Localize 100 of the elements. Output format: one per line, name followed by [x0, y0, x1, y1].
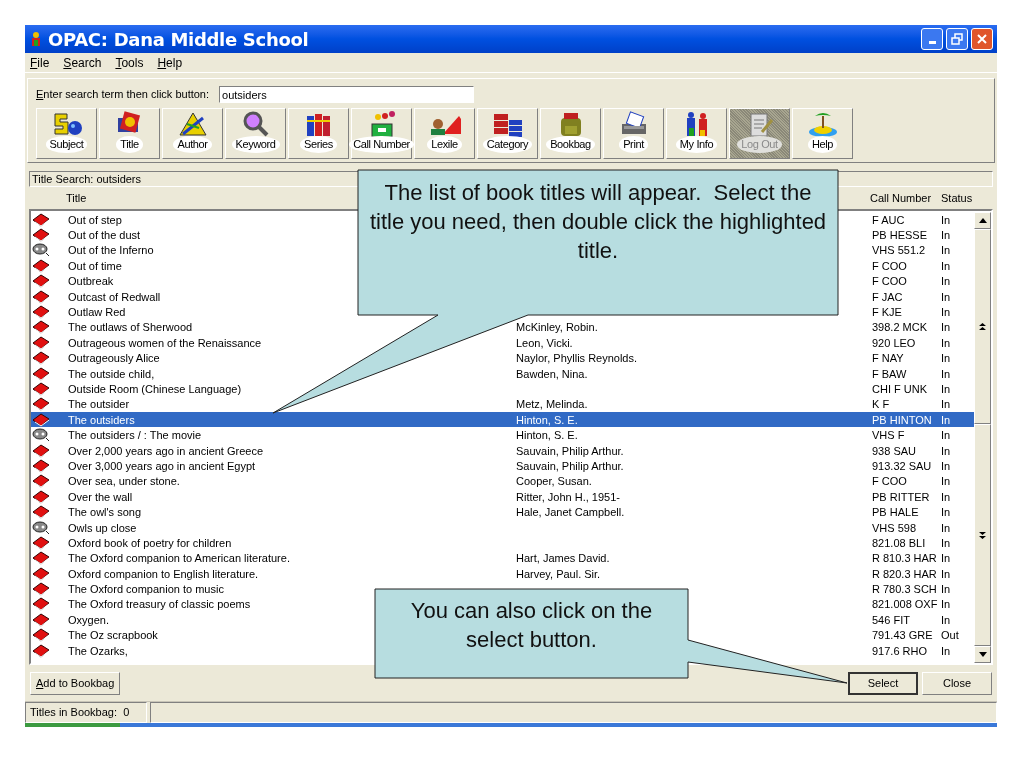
toolbar-button[interactable]: Keyword — [225, 108, 286, 159]
book-icon — [32, 535, 50, 550]
film-reel-icon — [32, 428, 50, 443]
status-cell: In — [941, 289, 951, 304]
title-cell: Over the wall — [68, 490, 133, 503]
title-cell: Oxygen. — [68, 613, 109, 626]
search-field[interactable]: outsiders — [219, 86, 475, 103]
up-arrow-icon — [978, 218, 987, 223]
search-label: Enter search term then click button: — [36, 87, 210, 103]
pencil-icon — [176, 110, 209, 138]
status-cell: In — [941, 320, 951, 335]
dialog-button[interactable]: Close — [922, 671, 992, 695]
toolbar-button[interactable]: Bookbag — [540, 108, 601, 159]
toolbar-button[interactable]: Series — [288, 108, 349, 159]
restore-button[interactable] — [946, 28, 968, 50]
toolbar-button[interactable]: Lexile — [414, 108, 475, 159]
book-icon — [32, 597, 50, 612]
scroll-up-button[interactable] — [974, 212, 991, 229]
status-cell: In — [941, 305, 951, 320]
column-header[interactable]: Status — [941, 189, 973, 207]
status-cell: In — [941, 428, 951, 443]
island-icon — [806, 110, 839, 138]
book-icon — [32, 551, 50, 566]
scrollbar[interactable] — [974, 212, 991, 663]
title-cell: The outsiders / : The movie — [68, 429, 202, 442]
book-icon — [32, 643, 50, 658]
column-header[interactable]: Call Number — [870, 191, 932, 204]
menu-item[interactable]: Tools — [115, 53, 144, 72]
title-cell: Oxford companion to English literature. — [68, 567, 259, 580]
title-cell: The Ozarks, — [68, 644, 128, 657]
title-cell: The outlaws of Sherwood — [68, 321, 193, 334]
status-cell: In — [941, 505, 951, 520]
status-cell: In — [941, 366, 951, 381]
status-cell: In — [941, 351, 951, 366]
status-cell: Out — [941, 628, 959, 643]
title-cell: Outrageously Alice — [68, 352, 160, 365]
call-number-cell: CHI F UNK — [872, 383, 927, 395]
scroll-down-button[interactable] — [974, 646, 991, 663]
book-icon — [32, 351, 50, 366]
column-header[interactable]: Title — [66, 191, 87, 204]
book-icon — [32, 566, 50, 581]
scroll-thumb[interactable] — [974, 229, 991, 424]
call-number-cell: VHS 551.2 — [872, 244, 926, 257]
add-to-bookbag-button[interactable]: Add to Bookbag — [30, 671, 121, 695]
book-icon — [32, 320, 50, 335]
book-icon — [32, 335, 50, 350]
minimize-icon — [928, 41, 936, 44]
toolbar-button[interactable]: Subject — [36, 108, 97, 159]
close-button[interactable] — [971, 28, 993, 50]
menu-item[interactable]: Help — [157, 53, 183, 72]
call-number-cell: K F — [872, 398, 890, 411]
call-number-cell: F NAY — [872, 352, 904, 365]
toolbar-button[interactable]: Call Number — [351, 108, 412, 159]
dialog-button[interactable]: Select — [848, 671, 918, 695]
author-cell: Sauvain, Philip Arthur. — [516, 459, 624, 472]
call-number-cell: 913.32 SAU — [872, 459, 932, 472]
title-cell: The outsider — [68, 398, 130, 411]
minimize-button[interactable] — [921, 28, 943, 50]
status-cell: In — [941, 474, 951, 489]
status-cell: In — [941, 643, 951, 658]
book-icon — [32, 274, 50, 289]
toolbar-button[interactable]: Author — [162, 108, 223, 159]
call-number-cell: VHS 598 — [872, 521, 917, 534]
app-icon — [29, 31, 43, 47]
toolbar-button[interactable]: Print — [603, 108, 664, 159]
status-cell: In — [941, 335, 951, 350]
status-cell: In — [941, 582, 951, 597]
film-reel-icon — [32, 520, 50, 535]
status-cell: In — [941, 597, 951, 612]
down-arrow-icon — [978, 652, 987, 657]
book-icon — [32, 366, 50, 381]
toolbar-button[interactable]: My Info — [666, 108, 727, 159]
title-cell: The Oxford companion to music — [68, 583, 224, 596]
toolbar-button[interactable]: Help — [792, 108, 853, 159]
book-icon — [32, 489, 50, 504]
author-cell: Naylor, Phyllis Reynolds. — [516, 352, 638, 365]
toolbar-button[interactable]: Category — [477, 108, 538, 159]
call-number-cell: PB HINTON — [872, 413, 932, 426]
status-cell: In — [941, 412, 951, 427]
call-number-cell: F COO — [872, 259, 907, 272]
selected-row[interactable]: The outsiders Hinton, S. E. PB HINTON In — [31, 412, 974, 428]
status-cell: In — [941, 382, 951, 396]
author-cell: Harvey, Paul. Sir. — [516, 567, 601, 580]
author-cell: Ritter, John H., 1951- — [516, 490, 620, 503]
title-cell: The outsiders — [68, 413, 135, 426]
call-number-cell: R 820.3 HAR — [872, 567, 937, 580]
call-number-cell: 821.008 OXF — [872, 598, 938, 611]
call-number-cell: R 780.3 SCH — [872, 583, 937, 596]
toolbar-button[interactable]: Title — [99, 108, 160, 159]
scroll-thumb[interactable] — [974, 424, 991, 646]
menu-item[interactable]: Search — [63, 53, 102, 72]
status-cell: In — [941, 258, 951, 273]
book-icon — [32, 458, 50, 473]
call-number-cell: 938 SAU — [872, 444, 917, 457]
window-title: OPAC: Dana Middle School — [48, 27, 309, 52]
menu-item[interactable]: File — [30, 53, 50, 72]
status-cell: In — [941, 458, 951, 473]
author-cell: Hinton, S. E. — [516, 413, 578, 426]
title-cell: The Oxford companion to American literature. — [68, 552, 290, 565]
double-down-arrow-icon — [979, 531, 986, 539]
